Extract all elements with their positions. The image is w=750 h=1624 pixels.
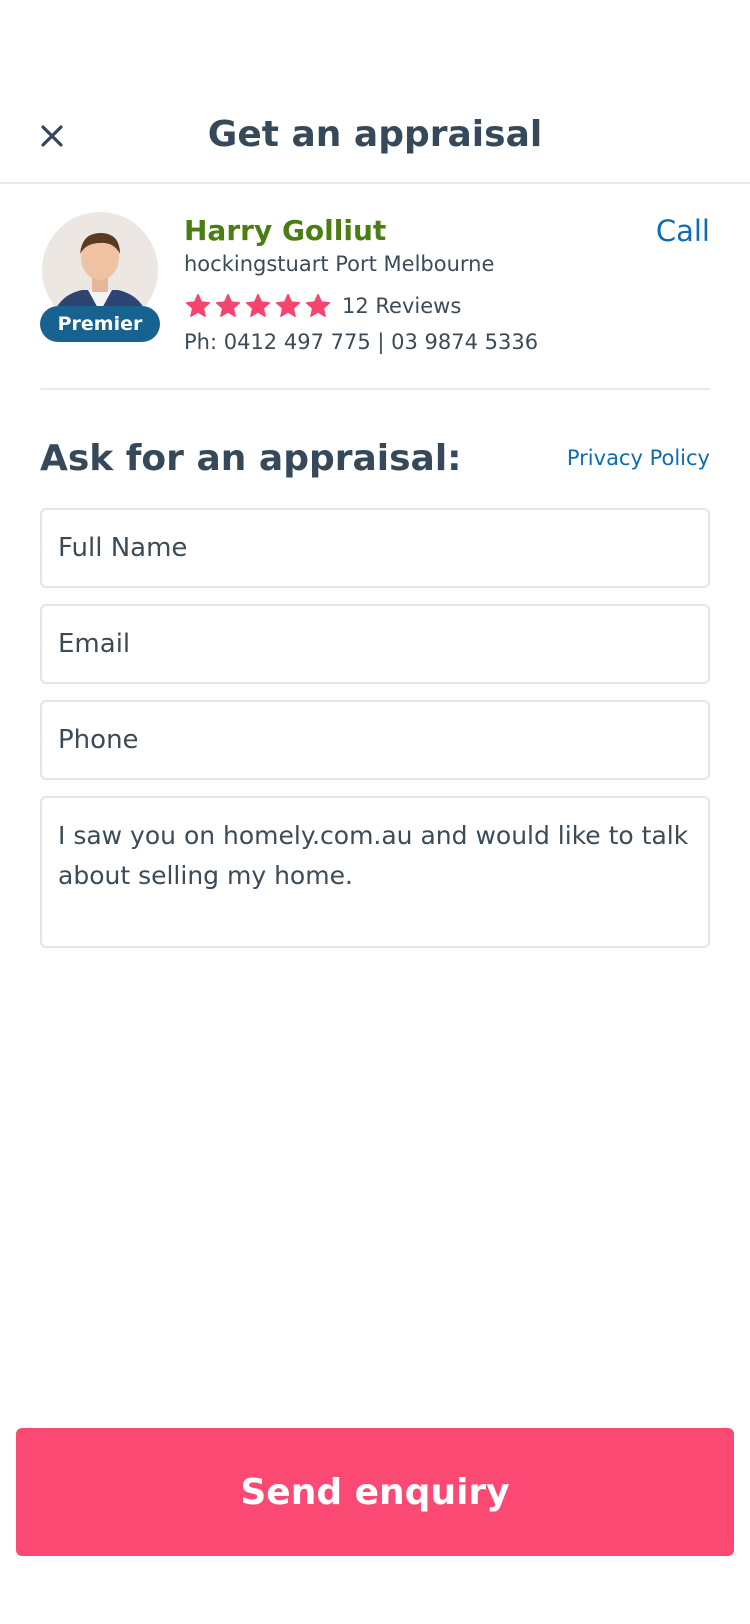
star-icon (245, 293, 271, 317)
send-enquiry-button[interactable]: Send enquiry (16, 1428, 734, 1556)
star-icon (305, 293, 331, 317)
reviews-count[interactable]: 12 Reviews (342, 294, 461, 318)
appraisal-screen: Get an appraisal Premier Harry Golliut C… (0, 0, 750, 1624)
star-icon (275, 293, 301, 317)
agent-name: Harry Golliut (184, 214, 387, 247)
header-bar: Get an appraisal (0, 96, 750, 184)
privacy-policy-link[interactable]: Privacy Policy (567, 446, 710, 470)
full-name-field[interactable] (40, 508, 710, 588)
rating-row: 12 Reviews (184, 292, 461, 320)
message-textarea[interactable]: I saw you on homely.com.au and would lik… (42, 798, 708, 946)
page-title: Get an appraisal (207, 114, 543, 155)
phone-field[interactable] (40, 700, 710, 780)
email-field[interactable] (40, 604, 710, 684)
message-field[interactable]: I saw you on homely.com.au and would lik… (40, 796, 710, 948)
agent-avatar-group: Premier (40, 212, 160, 344)
form-heading: Ask for an appraisal: (40, 438, 462, 479)
email-input[interactable] (42, 606, 708, 682)
phone-input[interactable] (42, 702, 708, 778)
full-name-input[interactable] (42, 510, 708, 586)
agent-phone: Ph: 0412 497 775 | 03 9874 5336 (184, 330, 539, 354)
premier-badge: Premier (40, 306, 160, 342)
agency-name: hockingstuart Port Melbourne (184, 252, 495, 276)
agent-card: Premier Harry Golliut Call hockingstuart… (40, 212, 710, 390)
call-link[interactable]: Call (656, 214, 710, 248)
star-icon (185, 293, 211, 317)
star-icon (215, 293, 241, 317)
star-rating (184, 292, 332, 320)
